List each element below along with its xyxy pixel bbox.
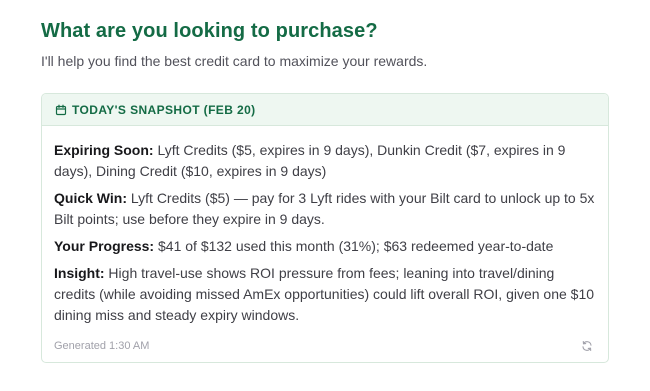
page-subtitle: I'll help you find the best credit card …: [41, 53, 428, 69]
page: What are you looking to purchase? I'll h…: [0, 0, 650, 391]
snapshot-item-text: $41 of $132 used this month (31%); $63 r…: [154, 238, 554, 254]
snapshot-item-label: Expiring Soon:: [54, 142, 154, 158]
snapshot-footer: Generated 1:30 AM: [54, 338, 593, 354]
snapshot-item-label: Insight:: [54, 265, 105, 281]
refresh-icon[interactable]: [581, 340, 593, 352]
page-title: What are you looking to purchase?: [41, 20, 378, 42]
snapshot-item-text: High travel-use shows ROI pressure from …: [54, 265, 595, 323]
snapshot-item-label: Your Progress:: [54, 238, 155, 254]
snapshot-card: TODAY'S SNAPSHOT (FEB 20) Expiring Soon:…: [41, 93, 609, 363]
snapshot-item-quick-win: Quick Win: Lyft Credits ($5) — pay for 3…: [54, 188, 596, 230]
snapshot-item-expiring: Expiring Soon: Lyft Credits ($5, expires…: [54, 140, 596, 182]
generated-timestamp: Generated 1:30 AM: [54, 340, 150, 352]
calendar-icon: [55, 104, 67, 116]
snapshot-item-text: Lyft Credits ($5) — pay for 3 Lyft rides…: [54, 190, 595, 227]
snapshot-item-progress: Your Progress: $41 of $132 used this mon…: [54, 236, 596, 257]
snapshot-body: Expiring Soon: Lyft Credits ($5, expires…: [42, 126, 608, 326]
snapshot-item-insight: Insight: High travel-use shows ROI press…: [54, 263, 596, 326]
snapshot-heading: TODAY'S SNAPSHOT (FEB 20): [72, 102, 256, 117]
snapshot-item-label: Quick Win:: [54, 190, 127, 206]
snapshot-header: TODAY'S SNAPSHOT (FEB 20): [42, 94, 608, 126]
